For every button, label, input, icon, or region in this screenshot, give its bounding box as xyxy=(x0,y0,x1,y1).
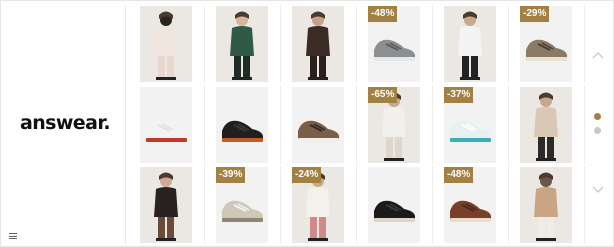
product-tile[interactable]: -24% xyxy=(281,166,357,244)
product-tile[interactable] xyxy=(281,85,357,164)
shoe-image[interactable] xyxy=(292,86,344,163)
menu-icon[interactable] xyxy=(9,233,17,239)
model-illustration xyxy=(306,11,330,80)
shoe-illustration xyxy=(146,120,187,142)
model-image[interactable] xyxy=(216,6,268,82)
product-tile[interactable]: -29% xyxy=(509,5,585,83)
product-tile[interactable]: -48% xyxy=(357,5,433,83)
carousel-dot-2[interactable] xyxy=(594,127,601,134)
product-tile[interactable] xyxy=(509,166,585,244)
product-tile[interactable] xyxy=(205,5,281,83)
product-tile[interactable] xyxy=(129,166,205,244)
model-image[interactable] xyxy=(520,167,572,243)
model-illustration xyxy=(230,11,254,80)
discount-badge: -29% xyxy=(520,6,550,22)
shoe-image[interactable] xyxy=(140,86,192,163)
shoe-image[interactable] xyxy=(216,86,268,163)
carousel-controls xyxy=(586,5,610,244)
product-tile[interactable]: -39% xyxy=(205,166,281,244)
banner-ad[interactable]: answear. -48% -29% -65% -37% -39% -24% -48% xyxy=(0,0,614,247)
carousel-dot-1[interactable] xyxy=(594,113,601,120)
shoe-illustration xyxy=(222,120,263,142)
product-tile[interactable] xyxy=(129,5,205,83)
brand-logo[interactable]: answear. xyxy=(4,112,126,134)
model-image[interactable] xyxy=(444,6,496,82)
model-image[interactable] xyxy=(292,6,344,82)
model-image[interactable] xyxy=(140,167,192,243)
discount-badge: -24% xyxy=(292,167,322,183)
model-image[interactable] xyxy=(520,86,572,163)
discount-badge: -39% xyxy=(216,167,246,183)
discount-badge: -37% xyxy=(444,86,474,103)
product-tile[interactable] xyxy=(433,5,509,83)
product-tile[interactable]: -48% xyxy=(433,166,509,244)
product-tile[interactable] xyxy=(509,85,585,164)
product-tile[interactable] xyxy=(205,85,281,164)
chevron-down-icon[interactable] xyxy=(592,183,604,195)
product-tile[interactable] xyxy=(357,166,433,244)
product-tile[interactable]: -65% xyxy=(357,85,433,164)
shoe-illustration xyxy=(298,120,339,142)
discount-badge: -48% xyxy=(444,167,474,183)
shoe-illustration xyxy=(374,200,415,222)
chevron-up-icon[interactable] xyxy=(592,50,604,62)
brand-panel[interactable]: answear. xyxy=(4,5,126,244)
product-tile[interactable]: -37% xyxy=(433,85,509,164)
model-illustration xyxy=(458,11,482,80)
shoe-image[interactable] xyxy=(368,167,420,243)
product-tile[interactable] xyxy=(129,85,205,164)
product-tile[interactable] xyxy=(281,5,357,83)
model-image[interactable] xyxy=(140,6,192,82)
discount-badge: -65% xyxy=(368,86,398,103)
model-illustration xyxy=(534,172,558,241)
product-grid: -48% -29% -65% -37% -39% -24% -48% xyxy=(129,5,585,244)
model-illustration xyxy=(154,11,178,80)
model-illustration xyxy=(154,172,178,241)
discount-badge: -48% xyxy=(368,6,398,22)
model-illustration xyxy=(534,92,558,161)
